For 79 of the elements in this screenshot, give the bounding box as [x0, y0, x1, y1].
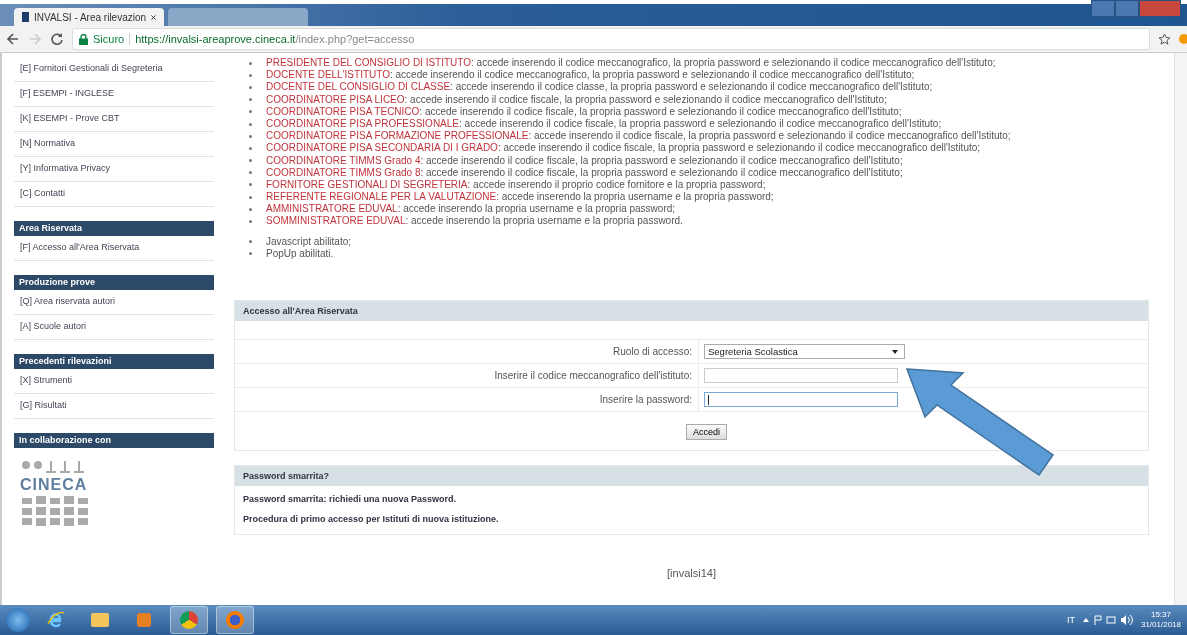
access-role-text: COORDINATORE PISA FORMAZIONE PROFESSIONALE: accede inserendo il codice fiscale, la propria password e selezionando il codice meccanografico dell'Istituto; [266, 130, 1011, 143]
access-role-text: DOCENTE DEL CONSIGLIO DI CLASSE: accede inserendo il codice classe, la propria password e selezionando il codice meccanografico dell'Istituto; [266, 81, 933, 94]
bullet-icon [249, 207, 252, 211]
field-label: Ruolo di accesso: [235, 340, 699, 363]
sidebar-section-header: Precedenti rilevazioni [14, 354, 214, 369]
bullet-icon [249, 61, 252, 65]
access-role-text: COORDINATORE PISA PROFESSIONALE: accede inserendo il codice fiscale, la propria password e selezionando il codice meccanografico dell'Istituto; [266, 117, 942, 131]
bullet-icon [249, 134, 252, 138]
footer-text: [invalsi14] [666, 567, 717, 579]
forward-icon[interactable] [28, 32, 42, 46]
field-label: Inserire il codice meccanografico dell'istituto: [235, 364, 699, 387]
logo-pattern-icon [20, 496, 90, 526]
close-icon[interactable] [151, 13, 156, 21]
panel-link[interactable]: Password smarrita: richiedi una nuova Password. [243, 494, 1140, 504]
clock[interactable]: 15:37 31/01/2018 [1140, 610, 1181, 630]
sidebar-link[interactable]: [G] Risultati [14, 394, 214, 419]
language-indicator[interactable]: IT [1066, 615, 1075, 625]
bullet-icon [249, 110, 252, 114]
sidebar-link[interactable]: [Q] Area riservata autori [14, 290, 214, 315]
panel-header: Password smarrita? [235, 466, 1148, 486]
sidebar-link[interactable]: [A] Scuole autori [14, 315, 214, 340]
access-role-text: COORDINATORE PISA SECONDARIA DI I GRADO: accede inserendo il codice fiscale, la propria password e selezionando il codice meccanografico dell'Istituto; [266, 142, 981, 155]
lock-icon [79, 33, 88, 45]
scrollbar[interactable] [1174, 53, 1187, 605]
password-input-field[interactable] [704, 392, 898, 407]
fox-browser-icon[interactable] [216, 606, 254, 634]
window-controls[interactable] [1091, 0, 1181, 17]
sidebar-link[interactable]: [F] ESEMPI - INGLESE [14, 82, 214, 107]
sidebar-section-header: Produzione prove [14, 275, 214, 290]
requirement-text: Javascript abilitato; [266, 235, 352, 248]
access-role-text: FORNITORE GESTIONALI DI SEGRETERIA: accede inserendo il proprio codice fornitore e la propria password; [266, 178, 766, 192]
sidebar-section-header: In collaborazione con [14, 433, 214, 448]
back-icon[interactable] [6, 32, 20, 46]
tray-icons[interactable] [1082, 615, 1133, 625]
sidebar-link[interactable]: [N] Normativa [14, 132, 214, 157]
sidebar-link[interactable]: [K] ESEMPI - Prove CBT [14, 107, 214, 132]
role-dropdown[interactable]: Segreteria Scolastica [704, 344, 905, 359]
panel-header: Accesso all'Area Riservata [235, 301, 1148, 321]
access-role-text: COORDINATORE PISA LICEO: accede inserendo il codice fiscale, la propria password e selezionando il codice meccanografico dell'Istituto; [266, 93, 887, 106]
bullet-icon [249, 171, 252, 175]
start-button[interactable] [6, 608, 30, 632]
access-role-text: SOMMINISTRATORE EDUVAL: accede inserendo la propria username e la propria password. [266, 215, 683, 228]
bullet-icon [249, 122, 252, 126]
access-role-text: AMMINISTRATORE EDUVAL: accede inserendo la propria username e la propria password; [266, 203, 676, 216]
bookmark-icon [22, 12, 29, 22]
bullet-icon [249, 252, 252, 256]
bullet-icon [249, 220, 252, 224]
access-role-text: DOCENTE DELL'ISTITUTO: accede inserendo il codice meccanografico, la propria password e selezionando il codice meccanografico dell'Istituto; [266, 69, 915, 82]
browser-tab[interactable]: INVALSI - Area rilevazion [14, 8, 164, 26]
bullet-icon [249, 146, 252, 150]
sidebar-link[interactable]: [C] Contatti [14, 182, 214, 207]
caret-icon [892, 349, 898, 354]
bookmark-star-icon[interactable] [1158, 32, 1171, 46]
field-label: Inserire la password: [235, 388, 699, 411]
bullet-icon [249, 195, 252, 199]
bullet-icon [249, 98, 252, 102]
sidebar-link[interactable]: [F] Accesso all'Area Riservata [14, 236, 214, 261]
bullet-icon [249, 73, 252, 77]
login-button[interactable]: Accedi [686, 424, 727, 440]
access-role-text: COORDINATORE TIMMS Grado 8: accede inserendo il codice fiscale, la propria password e selezionando il codice meccanografico dell'Istituto; [266, 166, 903, 179]
access-role-text: COORDINATORE TIMMS Grado 4: accede inserendo il codice fiscale, la propria password e selezionando il codice meccanografico dell'Istituto; [266, 154, 903, 167]
partner-logo: CINECA [14, 448, 214, 538]
requirement-text: PopUp abilitati. [266, 247, 334, 260]
sidebar-link[interactable]: [Y] Informativa Privacy [14, 157, 214, 182]
extension-icon[interactable] [1179, 34, 1187, 44]
access-role-text: COORDINATORE PISA TECNICO: accede inserendo il codice fiscale, la propria password e selezionando il codice meccanografico dell'Istituto; [266, 105, 902, 118]
address-bar[interactable]: Sicuro https://invalsi-areaprove.cineca.it/index.php?get=accesso [72, 28, 1150, 50]
reload-icon[interactable] [50, 32, 64, 46]
access-role-text: PRESIDENTE DEL CONSIGLIO DI ISTITUTO: accede inserendo il codice meccanografico, la propria password e selezionando il codice meccanografico dell'Istituto; [266, 57, 996, 70]
bullet-icon [249, 183, 252, 187]
bullet-icon [249, 85, 252, 89]
sidebar-section-header: Area Riservata [14, 221, 214, 236]
bullet-icon [249, 240, 252, 244]
bullet-icon [249, 159, 252, 163]
sidebar-link[interactable]: [E] Fornitori Gestionali di Segreteria [14, 57, 214, 82]
access-role-text: REFERENTE REGIONALE PER LA VALUTAZIONE: accede inserendo la propria username e la propria password; [266, 191, 774, 204]
code-input-field[interactable] [704, 368, 898, 383]
panel-link[interactable]: Procedura di primo accesso per Istituti di nuova istituzione. [243, 514, 1140, 524]
sidebar-link[interactable]: [X] Strumenti [14, 369, 214, 394]
